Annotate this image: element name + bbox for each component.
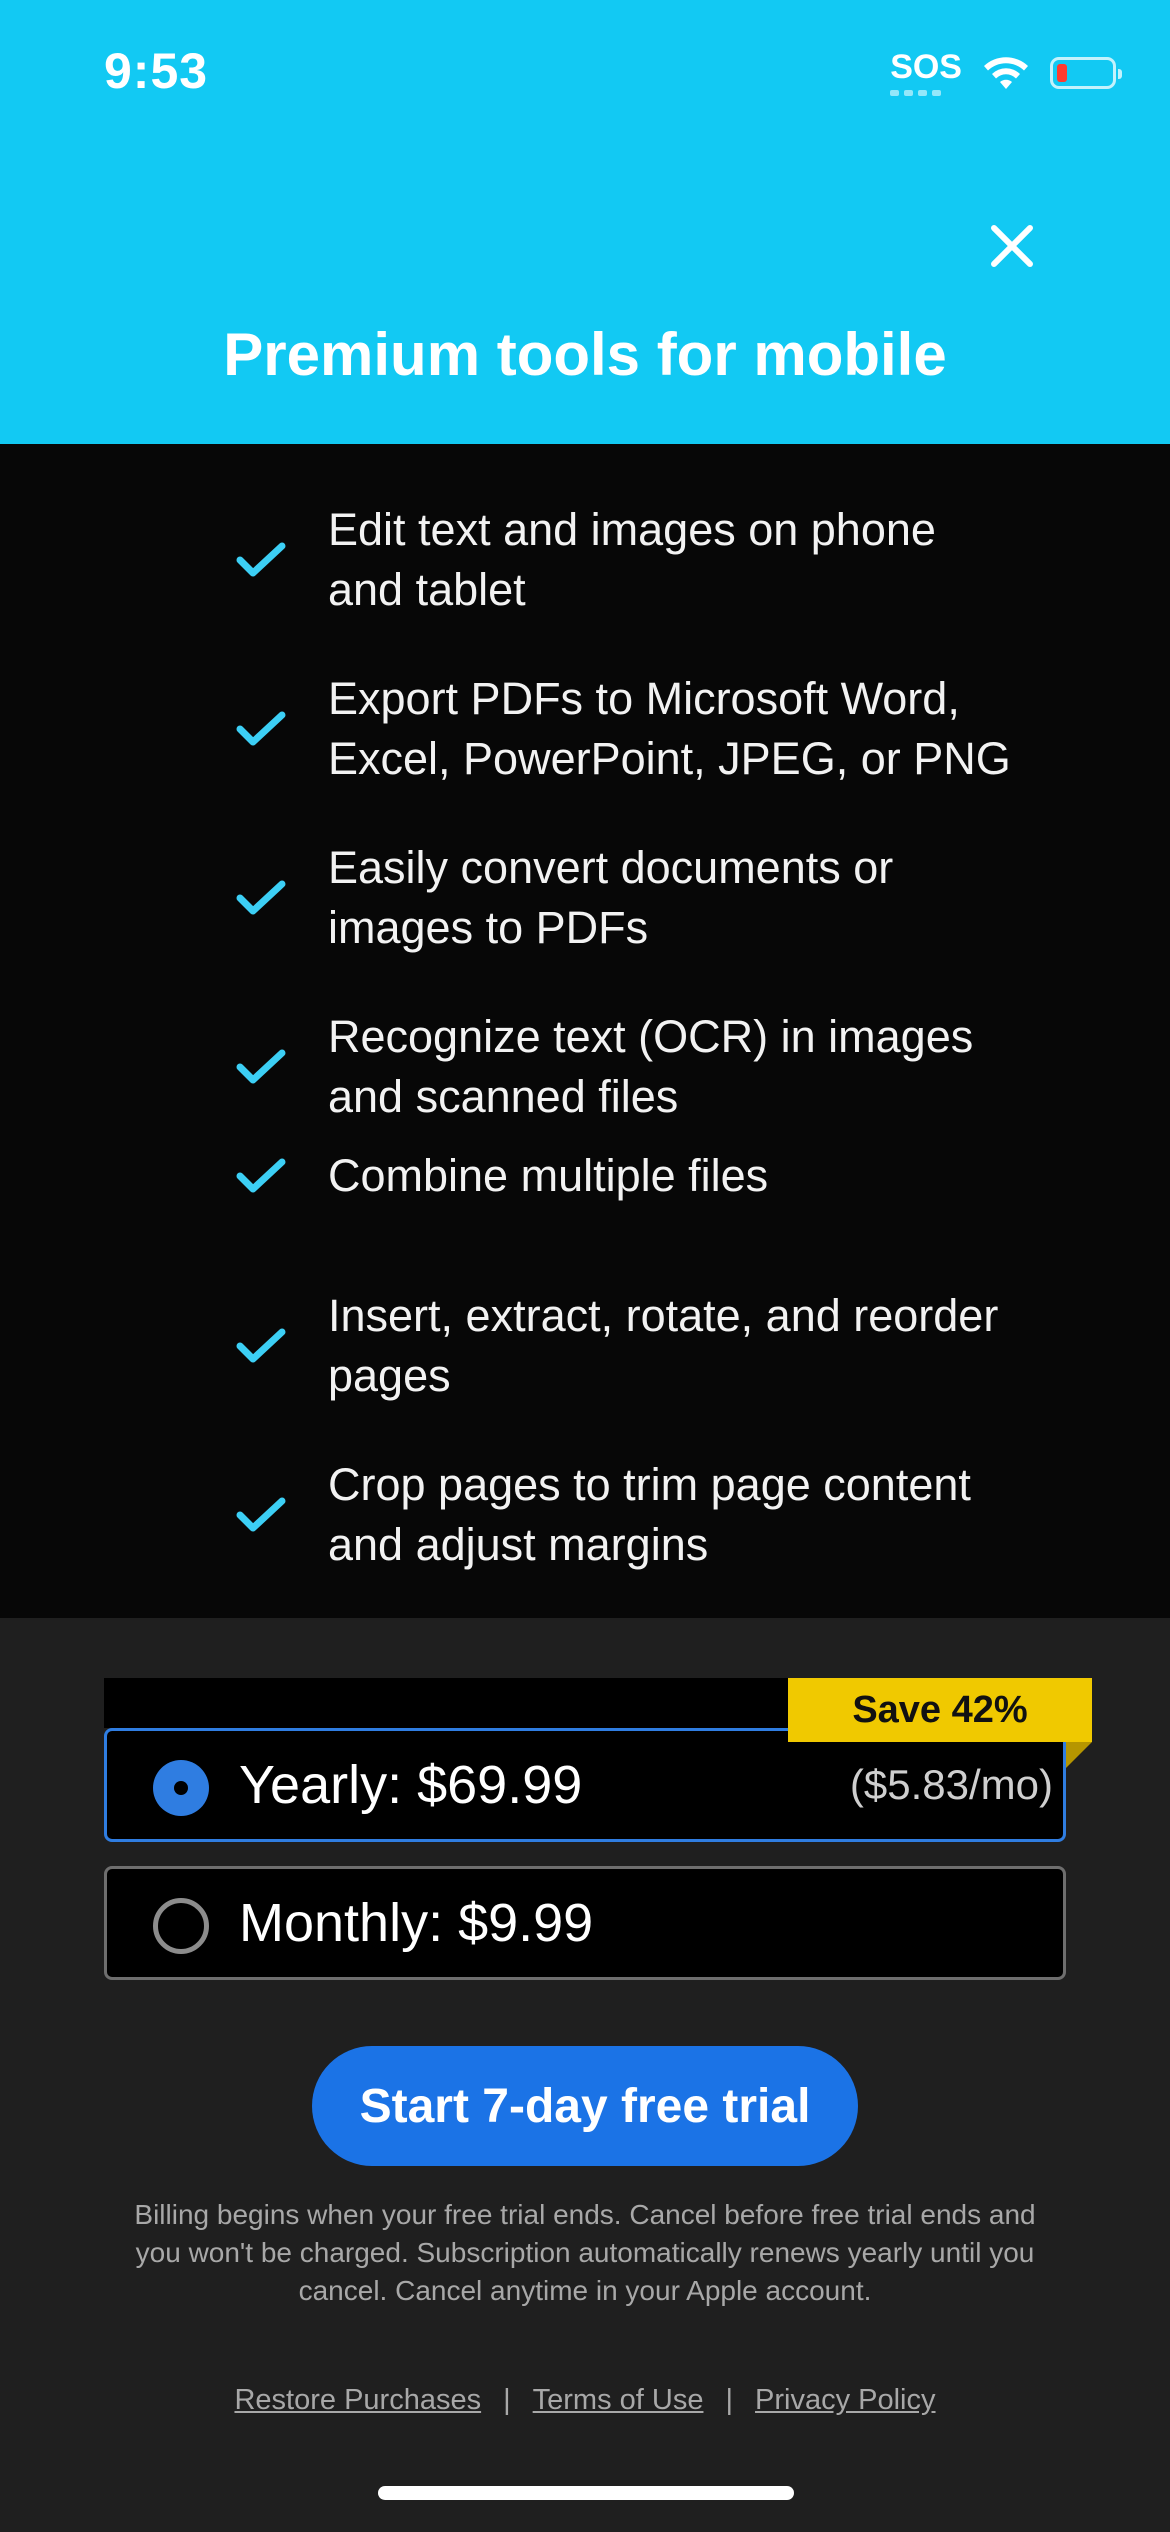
yearly-plan-option[interactable]: Yearly: $69.99 ($5.83/mo): [104, 1728, 1066, 1842]
feature-text: Edit text and images on phone and tablet: [328, 504, 936, 615]
feature-item: Recognize text (OCR) in images and scann…: [236, 1007, 1016, 1127]
feature-text: Export PDFs to Microsoft Word, Excel, Po…: [328, 673, 1011, 784]
status-icons: SOS: [890, 50, 1122, 96]
monthly-plan-label: Monthly: $9.99: [239, 1893, 594, 1953]
checkmark-icon: [236, 542, 286, 577]
status-time: 9:53: [104, 43, 209, 99]
wifi-icon: [984, 57, 1028, 89]
billing-disclaimer: Billing begins when your free trial ends…: [134, 2199, 1036, 2306]
battery-level: [1057, 64, 1067, 82]
feature-item: Insert, extract, rotate, and reorder pag…: [236, 1286, 1016, 1406]
checkmark-icon: [236, 711, 286, 746]
yearly-plan-label: Yearly: $69.99: [239, 1755, 583, 1815]
close-icon: [991, 225, 1033, 267]
paywall-screen: 9:53 SOS Premium tools for mobile Edit t…: [0, 0, 1170, 2532]
terms-of-use-link[interactable]: Terms of Use: [533, 2384, 704, 2417]
feature-item: Export PDFs to Microsoft Word, Excel, Po…: [236, 669, 1016, 789]
close-button[interactable]: [970, 204, 1054, 288]
privacy-policy-link[interactable]: Privacy Policy: [755, 2384, 936, 2417]
save-badge: Save 42%: [788, 1678, 1092, 1742]
yearly-monthly-price: ($5.83/mo): [849, 1761, 1053, 1808]
feature-item: Easily convert documents or images to PD…: [236, 838, 1016, 958]
feature-item: Crop pages to trim page content and adju…: [236, 1455, 1016, 1575]
feature-item: Edit text and images on phone and tablet: [236, 500, 1016, 620]
feature-text: Combine multiple files: [328, 1150, 769, 1201]
radio-selected-icon[interactable]: [153, 1760, 209, 1816]
badge-fold: [1066, 1742, 1092, 1768]
checkmark-icon: [236, 880, 286, 915]
signal-dots-icon: [890, 90, 962, 96]
footer-links: Restore Purchases | Terms of Use | Priva…: [0, 2384, 1170, 2417]
sos-label: SOS: [890, 48, 962, 86]
page-title: Premium tools for mobile: [223, 321, 947, 388]
checkmark-icon: [236, 1328, 286, 1363]
feature-text: Recognize text (OCR) in images and scann…: [328, 1011, 974, 1122]
feature-text: Easily convert documents or images to PD…: [328, 842, 894, 953]
checkmark-icon: [236, 1497, 286, 1532]
header: 9:53 SOS Premium tools for mobile: [0, 0, 1170, 444]
checkmark-icon: [236, 1158, 286, 1193]
monthly-plan-option[interactable]: Monthly: $9.99: [104, 1866, 1066, 1980]
battery-icon: [1050, 57, 1122, 89]
feature-text: Insert, extract, rotate, and reorder pag…: [328, 1290, 999, 1401]
checkmark-icon: [236, 1049, 286, 1084]
separator: |: [725, 2384, 734, 2416]
restore-purchases-link[interactable]: Restore Purchases: [234, 2384, 481, 2417]
separator: |: [503, 2384, 511, 2416]
feature-list: Edit text and images on phone and tablet…: [0, 444, 1170, 1618]
feature-item: Combine multiple files: [236, 1146, 1016, 1206]
home-indicator[interactable]: [378, 2486, 794, 2500]
start-trial-button[interactable]: Start 7-day free trial: [312, 2046, 858, 2166]
feature-text: Crop pages to trim page content and adju…: [328, 1459, 971, 1570]
sos-indicator: SOS: [890, 50, 962, 96]
radio-unselected-icon[interactable]: [153, 1898, 209, 1954]
